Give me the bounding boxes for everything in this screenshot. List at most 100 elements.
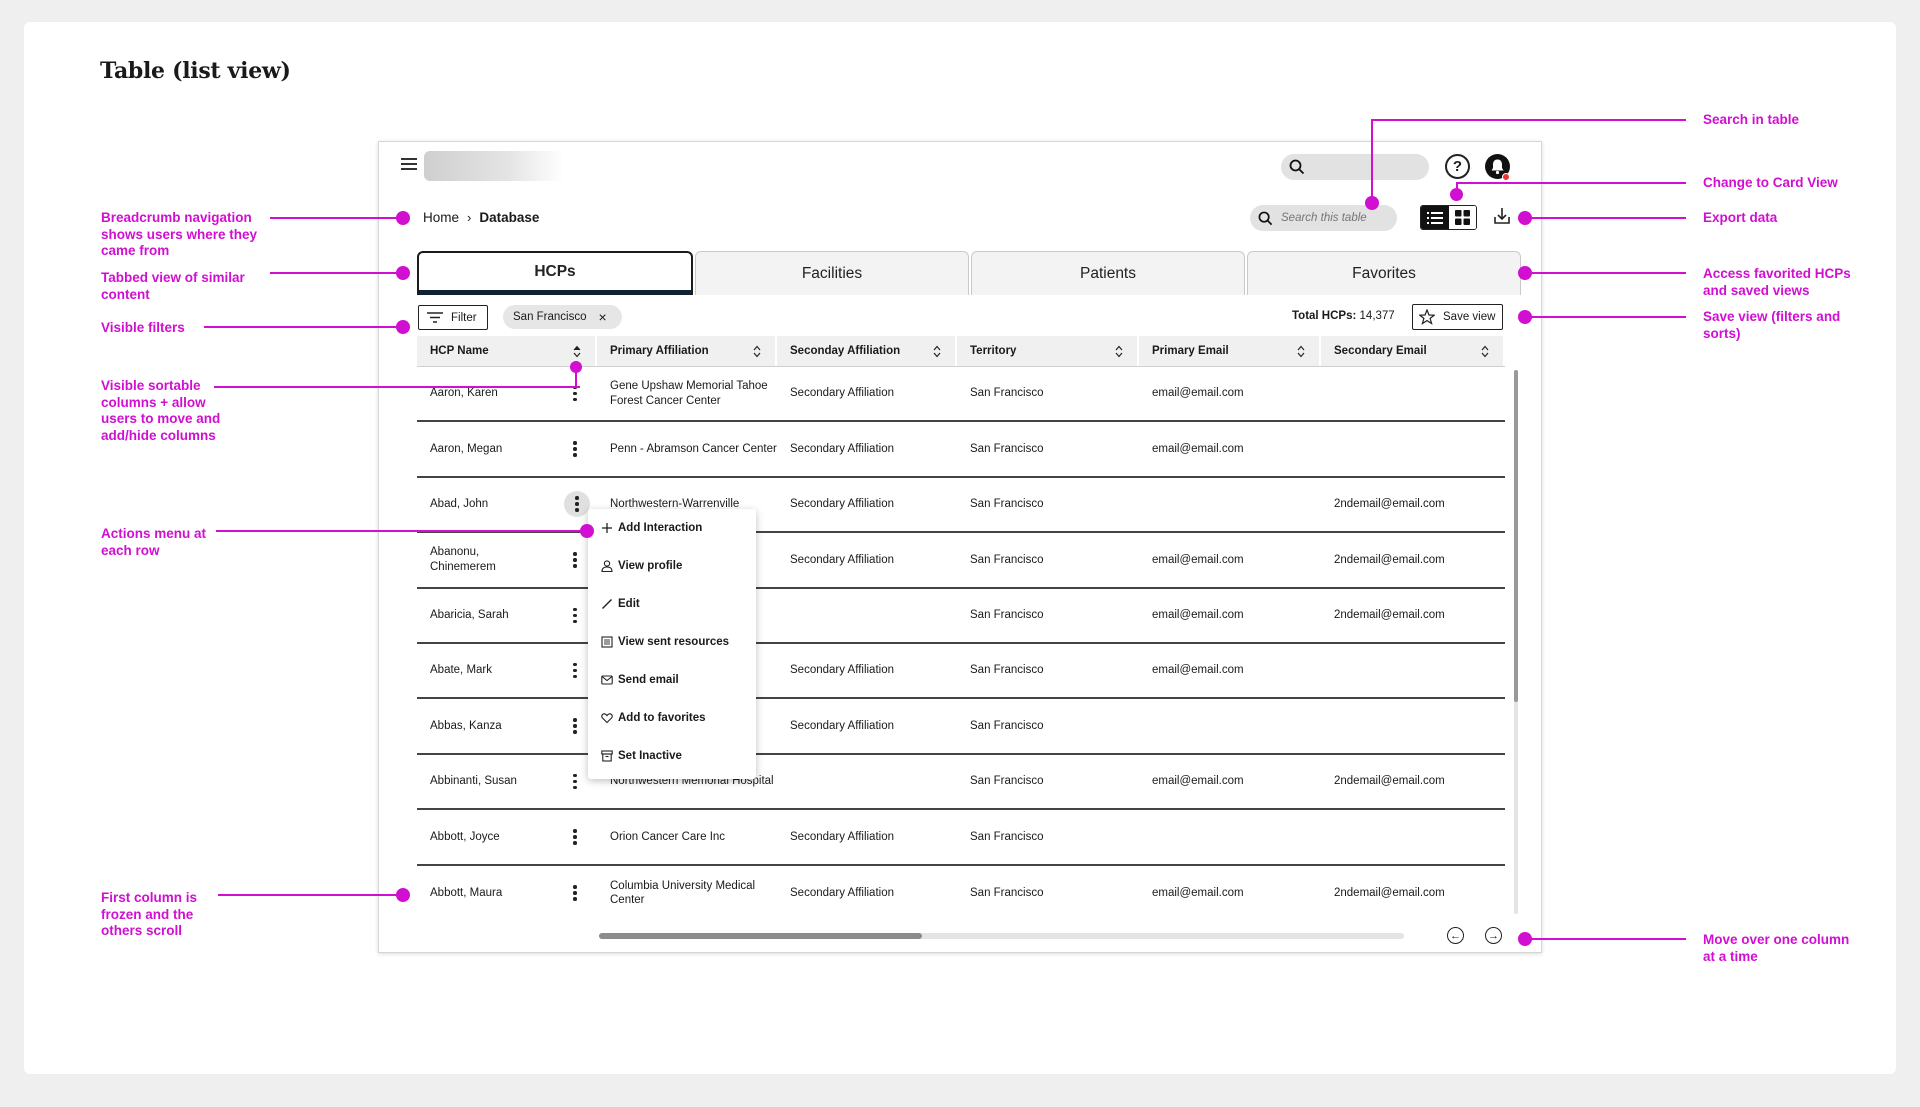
table-cell: San Francisco — [970, 609, 1044, 621]
sort-icon[interactable] — [933, 345, 941, 358]
annotation-tabbed-view: Tabbed view of similar content — [101, 270, 245, 302]
total-label: Total HCPs: — [1292, 310, 1357, 322]
annotation-leader-line — [1526, 938, 1686, 940]
sort-icon[interactable] — [1481, 345, 1489, 358]
menu-item-send-email[interactable]: Send email — [601, 670, 679, 690]
hcp-name[interactable]: Abbott, Joyce — [430, 830, 500, 845]
menu-item-view-profile[interactable]: View profile — [601, 556, 682, 576]
breadcrumb-home[interactable]: Home — [423, 210, 459, 225]
more-vertical-icon[interactable] — [573, 829, 577, 845]
table-row: Abbas, Kanza Secondary Affiliation San F… — [417, 699, 1505, 755]
more-vertical-icon[interactable] — [573, 441, 577, 457]
search-icon — [1289, 159, 1305, 175]
sort-icon[interactable] — [573, 345, 581, 358]
menu-item-view-sent-resources[interactable]: View sent resources — [601, 632, 729, 652]
mail-icon — [601, 675, 613, 685]
menu-item-label: Add Interaction — [618, 522, 703, 534]
table-cell: Abbott, Joyce — [417, 829, 597, 845]
hcp-name[interactable]: Aaron, Megan — [430, 442, 502, 457]
menu-item-label: Set Inactive — [618, 750, 682, 762]
hcp-name[interactable]: Abbinanti, Susan — [430, 774, 517, 789]
annotation-dot — [396, 266, 410, 280]
menu-item-label: Add to favorites — [618, 712, 706, 724]
vertical-scroll-thumb[interactable] — [1514, 370, 1518, 702]
filter-button[interactable]: Filter — [418, 305, 488, 330]
horizontal-scroll-thumb[interactable] — [599, 933, 922, 939]
tab-hcps[interactable]: HCPs — [417, 251, 693, 295]
annotation-leader-line — [1371, 119, 1373, 203]
menu-item-edit[interactable]: Edit — [601, 594, 640, 614]
table-cell: San Francisco — [970, 498, 1044, 511]
sort-icon[interactable] — [1297, 345, 1305, 358]
document-icon — [601, 636, 613, 648]
column-header-territory[interactable]: Territory — [957, 336, 1139, 366]
table-cell: San Francisco — [970, 553, 1044, 566]
annotation-sortable-columns: Visible sortable columns + allow users t… — [101, 378, 221, 443]
hcp-name[interactable]: Abaricia, Sarah — [430, 608, 509, 623]
filter-chip: San Francisco × — [503, 305, 622, 329]
view-toggle — [1420, 205, 1477, 230]
help-icon[interactable]: ? — [1445, 154, 1470, 179]
menu-item-label: Send email — [618, 674, 679, 686]
close-icon[interactable]: × — [599, 309, 607, 325]
more-vertical-icon[interactable] — [573, 552, 577, 568]
hcp-name[interactable]: Abbas, Kanza — [430, 719, 502, 734]
hcp-name[interactable]: Abbott, Maura — [430, 886, 502, 901]
column-header-primary-affiliation[interactable]: Primary Affiliation — [597, 336, 777, 366]
arrow-left-icon[interactable]: ← — [1447, 927, 1464, 944]
app-frame: ? Home › Database Search this table HCPs… — [378, 141, 1542, 953]
arrow-right-icon[interactable]: → — [1485, 927, 1502, 944]
column-header-hcp-name[interactable]: HCP Name — [417, 336, 597, 366]
heart-icon — [601, 713, 613, 724]
table-row: Abate, Mark Secondary Affiliation San Fr… — [417, 644, 1505, 700]
column-header-secondary-email[interactable]: Secondary Email — [1321, 336, 1505, 366]
list-view-button[interactable] — [1421, 206, 1449, 229]
table-cell: Secondary Affiliation — [790, 387, 894, 400]
table-row: Abbott, Joyce Orion Cancer Care Inc Seco… — [417, 810, 1505, 866]
filter-chip-label: San Francisco — [513, 311, 587, 323]
table-cell: San Francisco — [970, 775, 1044, 788]
more-vertical-icon[interactable] — [573, 773, 577, 790]
tab-favorites[interactable]: Favorites — [1247, 251, 1521, 295]
table-cell: Abbott, Maura — [417, 885, 597, 901]
hcp-name[interactable]: Abad, John — [430, 497, 488, 512]
more-vertical-icon[interactable] — [564, 491, 590, 518]
menu-item-set-inactive[interactable]: Set Inactive — [601, 746, 682, 766]
export-button[interactable] — [1492, 206, 1514, 228]
table-row: Abbinanti, Susan Northwestern Memorial H… — [417, 755, 1505, 811]
table-cell: San Francisco — [970, 387, 1044, 400]
more-vertical-icon[interactable] — [573, 718, 577, 734]
table-cell: Penn - Abramson Cancer Center — [610, 442, 777, 455]
hcp-name[interactable]: Abanonu, Chinemerem — [430, 545, 520, 574]
tab-facilities[interactable]: Facilities — [695, 251, 969, 295]
pencil-icon — [602, 599, 612, 609]
more-vertical-icon[interactable] — [573, 607, 577, 623]
total-count: Total HCPs: 14,377 — [1292, 310, 1395, 322]
table-row: Aaron, Karen Gene Upshaw Memorial Tahoe … — [417, 367, 1505, 423]
more-vertical-icon[interactable] — [573, 662, 577, 679]
annotation-leader-line — [1371, 119, 1686, 121]
card-view-button[interactable] — [1448, 206, 1476, 229]
hcp-name[interactable]: Abate, Mark — [430, 663, 492, 678]
table-cell: San Francisco — [970, 719, 1044, 732]
table-cell: San Francisco — [970, 664, 1044, 677]
hamburger-menu-icon[interactable] — [401, 158, 417, 170]
more-vertical-icon[interactable] — [573, 885, 577, 901]
menu-item-add-to-favorites[interactable]: Add to favorites — [601, 708, 706, 728]
column-header-primary-email[interactable]: Primary Email — [1139, 336, 1321, 366]
more-vertical-icon[interactable] — [573, 385, 577, 402]
table-cell: 2ndemail@email.com — [1334, 886, 1445, 899]
menu-item-add-interaction[interactable]: Add Interaction — [601, 518, 702, 538]
annotation-search: Search in table — [1703, 112, 1800, 127]
sort-icon[interactable] — [1115, 345, 1123, 358]
table-cell: San Francisco — [970, 830, 1044, 843]
sort-icon[interactable] — [753, 345, 761, 358]
person-icon — [601, 560, 613, 572]
hcp-name[interactable]: Aaron, Karen — [430, 386, 498, 401]
table-cell: San Francisco — [970, 886, 1044, 899]
table-search-input[interactable] — [1281, 212, 1391, 224]
tab-patients[interactable]: Patients — [971, 251, 1245, 295]
global-search-input[interactable] — [1281, 154, 1429, 180]
column-header-secondary-affiliation[interactable]: Seconday Affiliation — [777, 336, 957, 366]
save-view-button[interactable]: Save view — [1412, 304, 1503, 330]
